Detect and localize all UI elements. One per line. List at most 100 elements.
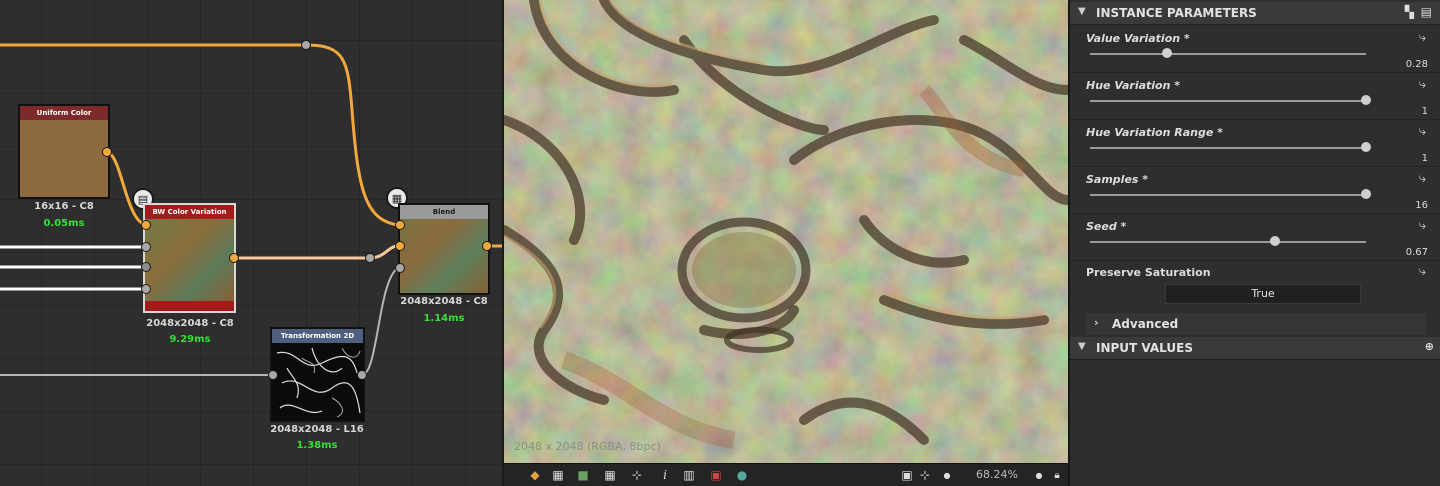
zoom-level[interactable]: 68.24% xyxy=(976,468,1018,481)
param-value[interactable]: 16 xyxy=(1415,200,1428,211)
node-title: BW Color Variation xyxy=(145,205,234,219)
input-values-header[interactable]: ▼ INPUT VALUES ⊕ xyxy=(1070,337,1440,360)
reset-icon[interactable]: ⤷ xyxy=(1419,218,1426,233)
output-port[interactable] xyxy=(482,241,492,251)
chevron-down-icon: ▼ xyxy=(1078,6,1086,17)
param-value[interactable]: 1 xyxy=(1422,106,1428,117)
tiling-icon[interactable]: ⊹ xyxy=(630,467,644,483)
layers-icon[interactable]: ◆ xyxy=(528,467,542,483)
param-samples: Samples * ⤷ 16 xyxy=(1070,166,1440,214)
param-value[interactable]: 1 xyxy=(1422,153,1428,164)
uniform-color-node[interactable]: Uniform Color xyxy=(18,104,110,199)
checker-icon[interactable]: ▦ xyxy=(551,467,565,483)
instance-parameters-header[interactable]: ▼ INSTANCE PARAMETERS ▚ ▤ xyxy=(1070,2,1440,25)
zoom-slider-icon[interactable]: ● xyxy=(940,467,954,483)
input-port[interactable] xyxy=(395,241,405,251)
node-thumbnail xyxy=(400,219,488,293)
output-port[interactable] xyxy=(229,253,239,263)
preset-icon[interactable]: ▚ xyxy=(1405,5,1414,19)
add-icon[interactable]: ⊕ xyxy=(1425,340,1434,353)
output-port[interactable] xyxy=(102,147,112,157)
zoom-slider-icon[interactable]: ● xyxy=(1032,467,1046,483)
reset-icon[interactable]: ⤷ xyxy=(1419,77,1426,92)
chevron-right-icon: › xyxy=(1094,316,1099,329)
slider-track[interactable] xyxy=(1090,147,1366,149)
slider-thumb[interactable] xyxy=(1361,95,1371,105)
zoom-icon[interactable]: ⊹ xyxy=(918,467,932,483)
properties-panel: ▼ INSTANCE PARAMETERS ▚ ▤ Value Variatio… xyxy=(1068,0,1440,486)
node-resolution: 2048x2048 - C8 xyxy=(146,318,234,329)
param-value[interactable]: 0.67 xyxy=(1406,247,1428,258)
color-wheel-icon[interactable]: ● xyxy=(735,467,749,483)
reroute-dot[interactable] xyxy=(301,40,311,50)
node-footer xyxy=(145,301,234,311)
node-thumbnail xyxy=(145,219,234,301)
param-label: Hue Variation Range * xyxy=(1086,126,1223,139)
node-thumbnail xyxy=(272,343,363,420)
fit-icon[interactable]: ▣ xyxy=(900,467,914,483)
node-resolution: 2048x2048 - L16 xyxy=(270,424,364,435)
histogram-icon[interactable]: ▥ xyxy=(682,467,696,483)
preserve-saturation-label: Preserve Saturation xyxy=(1086,266,1211,279)
blend-node[interactable]: Blend xyxy=(398,203,490,295)
reset-icon[interactable]: ⤷ xyxy=(1419,171,1426,186)
section-title: INPUT VALUES xyxy=(1096,341,1193,355)
input-port[interactable] xyxy=(268,370,278,380)
reroute-dot[interactable] xyxy=(365,253,375,263)
export-icon[interactable]: ▤ xyxy=(1421,5,1432,19)
channels-icon[interactable]: ■ xyxy=(576,467,590,483)
slider-thumb[interactable] xyxy=(1361,189,1371,199)
param-label: Samples * xyxy=(1086,173,1149,186)
2d-view[interactable]: 2048 x 2048 (RGBA, 8bpc) ◆ ▦ ■ ▦ ⊹ i ▥ ▣… xyxy=(502,0,1068,486)
reset-icon[interactable]: ⤷ xyxy=(1419,264,1426,279)
param-value-variation: Value Variation * ⤷ 0.28 xyxy=(1070,25,1440,73)
chevron-down-icon: ▼ xyxy=(1078,341,1086,352)
info-icon[interactable]: i xyxy=(658,467,672,483)
input-port[interactable] xyxy=(141,284,151,294)
node-graph-panel[interactable]: Uniform Color 16x16 - C8 0.05ms ▤ BW Col… xyxy=(0,0,502,486)
reset-icon[interactable]: ⤷ xyxy=(1419,124,1426,139)
preserve-saturation-toggle[interactable]: True xyxy=(1165,284,1361,304)
param-hue-variation-range: Hue Variation Range * ⤷ 1 xyxy=(1070,119,1440,167)
reset-icon[interactable]: ⤷ xyxy=(1419,30,1426,45)
node-title: Uniform Color xyxy=(20,106,108,120)
bw-color-variation-node[interactable]: BW Color Variation xyxy=(143,203,236,313)
slider-track[interactable] xyxy=(1090,241,1366,243)
param-seed: Seed * ⤷ 0.67 xyxy=(1070,213,1440,261)
slider-track[interactable] xyxy=(1090,53,1366,55)
node-title: Transformation 2D xyxy=(272,329,363,343)
param-label: Value Variation * xyxy=(1086,32,1190,45)
param-value[interactable]: 0.28 xyxy=(1406,59,1428,70)
viewport-toolbar: ◆ ▦ ■ ▦ ⊹ i ▥ ▣ ● ▣ ⊹ ● 68.24% ● 🔒︎ xyxy=(504,463,1068,486)
node-time: 1.14ms xyxy=(423,313,465,324)
slider-thumb[interactable] xyxy=(1162,48,1173,58)
node-resolution: 2048x2048 - C8 xyxy=(400,296,488,307)
output-port[interactable] xyxy=(357,370,367,380)
lock-icon[interactable]: 🔒︎ xyxy=(1050,467,1064,483)
input-port[interactable] xyxy=(141,242,151,252)
node-title: Blend xyxy=(400,205,488,219)
transformation-2d-node[interactable]: Transformation 2D xyxy=(270,327,365,422)
advanced-group[interactable]: › Advanced xyxy=(1086,313,1426,335)
slider-track[interactable] xyxy=(1090,194,1366,196)
input-port[interactable] xyxy=(141,262,151,272)
input-port[interactable] xyxy=(395,220,405,230)
param-label: Hue Variation * xyxy=(1086,79,1181,92)
texture-preview xyxy=(504,0,1068,463)
grid-icon[interactable]: ▦ xyxy=(603,467,617,483)
node-time: 0.05ms xyxy=(43,218,85,229)
param-label: Seed * xyxy=(1086,220,1127,233)
texture-info: 2048 x 2048 (RGBA, 8bpc) xyxy=(514,440,661,453)
node-time: 1.38ms xyxy=(296,440,338,451)
section-title: INSTANCE PARAMETERS xyxy=(1096,6,1257,20)
display-icon[interactable]: ▣ xyxy=(709,467,723,483)
slider-track[interactable] xyxy=(1090,100,1366,102)
slider-thumb[interactable] xyxy=(1361,142,1371,152)
param-hue-variation: Hue Variation * ⤷ 1 xyxy=(1070,72,1440,120)
advanced-label: Advanced xyxy=(1112,317,1179,331)
node-time: 9.29ms xyxy=(169,334,211,345)
node-resolution: 16x16 - C8 xyxy=(34,201,94,212)
input-port[interactable] xyxy=(141,220,151,230)
slider-thumb[interactable] xyxy=(1269,236,1280,246)
input-port[interactable] xyxy=(395,263,405,273)
